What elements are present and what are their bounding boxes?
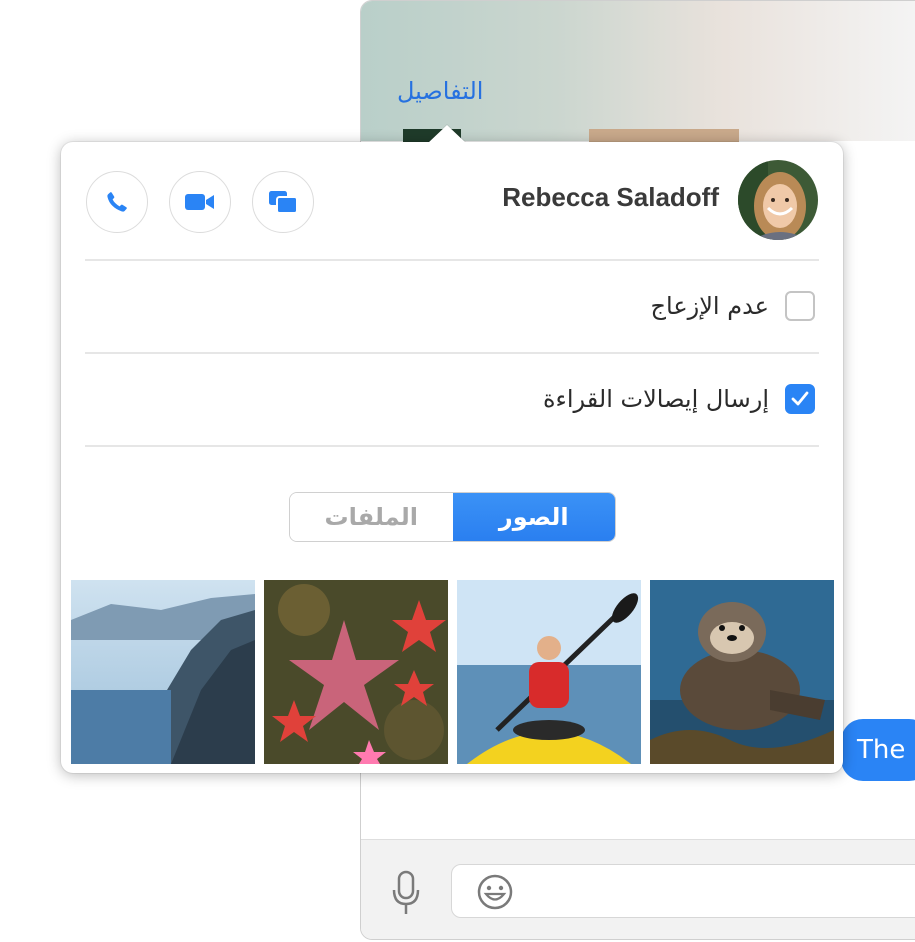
divider (85, 352, 819, 354)
microphone-icon[interactable] (391, 870, 421, 916)
tab-photos[interactable]: الصور (452, 493, 615, 541)
details-popover: Rebecca Saladoff عدم الإزعاج إرسال إيصال… (61, 125, 843, 773)
avatar (738, 160, 818, 240)
photo-thumbnail-starfish[interactable] (264, 580, 448, 764)
message-field[interactable] (451, 864, 915, 918)
photo-thumbnail-kayak[interactable] (457, 580, 641, 764)
photo-thumbnail-coast[interactable] (71, 580, 255, 764)
video-call-button[interactable] (169, 171, 231, 233)
message-bubble[interactable]: The (841, 719, 915, 781)
conversation-header: التفاصيل (361, 1, 915, 143)
message-input-bar (361, 839, 915, 939)
do-not-disturb-row[interactable]: عدم الإزعاج (651, 286, 815, 326)
contact-name: Rebecca Saladoff (502, 182, 719, 212)
emoji-icon[interactable] (476, 873, 514, 911)
photo-thumbnail-otter[interactable] (650, 580, 834, 764)
video-camera-icon (185, 194, 214, 210)
media-segmented-control: الملفات الصور (289, 492, 616, 542)
divider (85, 445, 819, 447)
details-button[interactable]: التفاصيل (397, 77, 483, 105)
read-receipts-label: إرسال إيصالات القراءة (542, 385, 769, 413)
read-receipts-checkbox[interactable] (785, 384, 815, 414)
read-receipts-row[interactable]: إرسال إيصالات القراءة (543, 379, 815, 419)
popover-arrow (428, 125, 466, 143)
photo-peek (589, 129, 739, 143)
screen-share-icon (269, 191, 298, 214)
divider (85, 259, 819, 261)
call-button[interactable] (86, 171, 148, 233)
tab-files[interactable]: الملفات (290, 493, 453, 541)
checkmark-icon (791, 391, 809, 406)
screen-share-button[interactable] (252, 171, 314, 233)
phone-icon (107, 192, 127, 212)
do-not-disturb-label: عدم الإزعاج (650, 292, 769, 320)
do-not-disturb-checkbox[interactable] (785, 291, 815, 321)
